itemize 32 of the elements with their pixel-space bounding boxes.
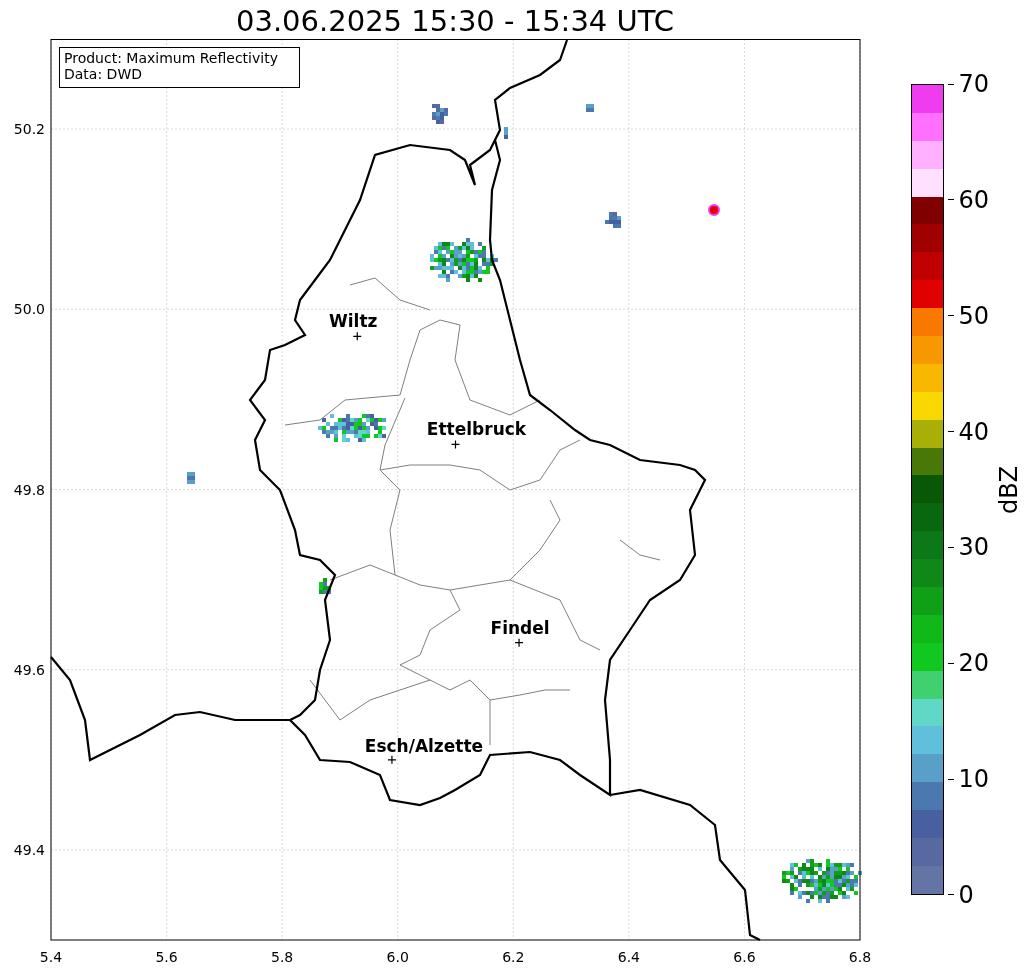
info-legend-box: Product: Maximum Reflectivity Data: DWD	[59, 47, 300, 88]
colorbar-tick-label: 50	[958, 303, 989, 328]
colorbar-tick-label: 70	[958, 72, 989, 96]
x-tick-label: 5.4	[39, 949, 63, 965]
y-tick-label: 50.2	[13, 121, 45, 138]
colorbar-tick-label: 40	[958, 419, 989, 444]
colorbar-tick-label: 60	[958, 187, 989, 212]
city-label: Findel	[490, 617, 550, 638]
city-marker	[387, 755, 397, 765]
chart-title: 03.06.2025 15:30 - 15:34 UTC	[236, 3, 674, 39]
colorbar-tick-label: 0	[958, 882, 974, 907]
colorbar-tick-label: 10	[958, 767, 989, 792]
city-marker	[450, 439, 461, 450]
y-tick-label: 50.0	[13, 301, 45, 318]
x-tick-label: 6.6	[733, 949, 756, 965]
x-tick-label: 6.8	[848, 949, 872, 965]
y-tick-label: 49.4	[13, 841, 45, 858]
x-tick-label: 5.8	[271, 949, 294, 965]
x-tick-label: 6.2	[502, 949, 525, 965]
city-marker	[514, 638, 524, 648]
city-label: Esch/Alzette	[364, 735, 484, 756]
y-tick-label: 49.6	[13, 661, 45, 678]
colorbar-label: dBZ	[995, 465, 1023, 514]
x-tick-label: 6.0	[386, 949, 409, 965]
colorbar-tick-label: 20	[958, 651, 989, 676]
city-label: Wiltz	[329, 311, 378, 332]
y-tick-label: 49.8	[13, 481, 45, 498]
city-label: Ettelbruck	[426, 419, 527, 440]
city-marker	[352, 331, 362, 341]
x-tick-label: 6.4	[617, 949, 640, 965]
x-tick-label: 5.6	[155, 949, 178, 965]
colorbar-tick-label: 30	[958, 535, 989, 560]
